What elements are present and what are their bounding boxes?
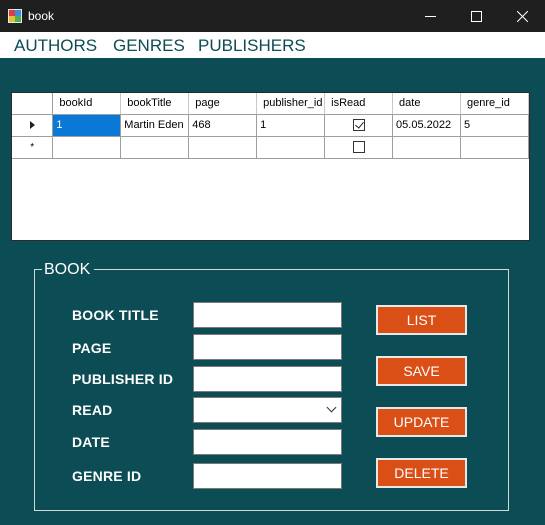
current-row-arrow-icon	[29, 121, 35, 130]
delete-button[interactable]: DELETE	[376, 458, 467, 488]
cell-booktitle[interactable]: Martin Eden	[120, 114, 190, 137]
close-icon	[516, 10, 528, 22]
list-button[interactable]: LIST	[376, 305, 467, 335]
cell-isread[interactable]	[324, 114, 394, 137]
page-label: PAGE	[72, 340, 112, 356]
new-isread-checkbox[interactable]	[352, 141, 365, 154]
cell-date[interactable]: 05.05.2022	[392, 114, 461, 137]
new-cell-date[interactable]	[392, 136, 461, 159]
menu-bar: AUTHORS GENRES PUBLISHERS	[0, 32, 545, 58]
update-button[interactable]: UPDATE	[376, 407, 467, 437]
cell-publisher-id[interactable]: 1	[256, 114, 326, 137]
table-row[interactable]: 1 Martin Eden 468 1 05.05.2022 5	[12, 114, 529, 137]
new-cell-booktitle[interactable]	[120, 136, 190, 159]
column-header-publisher-id[interactable]: publisher_id	[256, 93, 326, 115]
new-row-header[interactable]: *	[12, 136, 54, 159]
publisher-id-input[interactable]	[193, 366, 342, 392]
book-title-label: BOOK TITLE	[72, 307, 159, 323]
menu-item-publishers[interactable]: PUBLISHERS	[198, 36, 306, 56]
window-title: book	[28, 9, 55, 23]
new-table-row[interactable]: *	[12, 136, 529, 159]
book-title-input[interactable]	[193, 302, 342, 328]
cell-genre-id[interactable]: 5	[460, 114, 529, 137]
genre-id-label: GENRE ID	[72, 468, 142, 484]
minimize-icon	[424, 15, 436, 17]
cell-page[interactable]: 468	[188, 114, 258, 137]
maximize-icon	[470, 10, 482, 22]
row-header[interactable]	[12, 114, 54, 137]
book-groupbox-title: BOOK	[42, 261, 95, 279]
menu-item-authors[interactable]: AUTHORS	[14, 36, 97, 56]
date-input[interactable]	[193, 429, 342, 455]
save-button[interactable]: SAVE	[376, 356, 467, 386]
menu-item-genres[interactable]: GENRES	[113, 36, 185, 56]
column-header-page[interactable]: page	[188, 93, 258, 115]
column-header-isread[interactable]: isRead	[324, 93, 394, 115]
new-cell-bookid[interactable]	[52, 136, 122, 159]
column-header-date[interactable]: date	[392, 93, 461, 115]
grid-header-row: bookId bookTitle page publisher_id isRea…	[12, 93, 529, 115]
app-icon	[8, 9, 22, 23]
read-label: READ	[72, 402, 113, 418]
read-dropdown[interactable]	[193, 397, 342, 423]
minimize-button[interactable]	[407, 0, 453, 32]
new-cell-publisher-id[interactable]	[256, 136, 326, 159]
close-button[interactable]	[499, 0, 545, 32]
page-input[interactable]	[193, 334, 342, 360]
date-label: DATE	[72, 434, 110, 450]
genre-id-input[interactable]	[193, 463, 342, 489]
cell-bookid[interactable]: 1	[52, 114, 122, 137]
column-header-bookid[interactable]: bookId	[52, 93, 122, 115]
new-cell-isread[interactable]	[324, 136, 394, 159]
grid-corner-header	[12, 93, 54, 115]
column-header-booktitle[interactable]: bookTitle	[120, 93, 190, 115]
publisher-id-label: PUBLISHER ID	[72, 371, 174, 387]
isread-checkbox[interactable]	[352, 119, 365, 132]
chevron-down-icon	[326, 402, 337, 413]
column-header-genre-id[interactable]: genre_id	[460, 93, 529, 115]
title-bar: book	[0, 0, 545, 32]
maximize-button[interactable]	[453, 0, 499, 32]
new-cell-genre-id[interactable]	[460, 136, 529, 159]
new-cell-page[interactable]	[188, 136, 258, 159]
books-data-grid[interactable]: bookId bookTitle page publisher_id isRea…	[11, 92, 530, 241]
